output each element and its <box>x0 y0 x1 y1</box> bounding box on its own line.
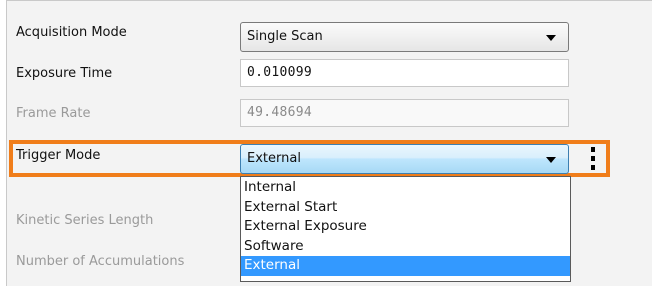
dropdown-option-software[interactable]: Software <box>241 237 570 257</box>
trigger-mode-dropdown-list: Internal External Start External Exposur… <box>240 176 571 282</box>
dropdown-option-internal[interactable]: Internal <box>241 178 570 198</box>
acquisition-mode-label: Acquisition Mode <box>16 25 127 40</box>
trigger-mode-label: Trigger Mode <box>16 148 101 163</box>
number-of-accumulations-label: Number of Accumulations <box>16 254 185 269</box>
exposure-time-label: Exposure Time <box>16 66 113 81</box>
frame-rate-field: 49.48694 <box>240 99 569 127</box>
more-options-icon[interactable] <box>588 146 598 172</box>
trigger-mode-value: External <box>247 151 301 166</box>
acquisition-mode-value: Single Scan <box>247 29 323 44</box>
dropdown-option-external-exposure[interactable]: External Exposure <box>241 217 570 237</box>
kinetic-series-length-label: Kinetic Series Length <box>16 213 154 228</box>
chevron-down-icon <box>546 35 556 41</box>
frame-rate-label: Frame Rate <box>16 106 91 121</box>
dropdown-option-external-start[interactable]: External Start <box>241 198 570 218</box>
chevron-down-icon <box>546 157 556 163</box>
trigger-mode-select[interactable]: External <box>240 144 569 174</box>
dropdown-option-external[interactable]: External <box>241 256 570 276</box>
acquisition-mode-select[interactable]: Single Scan <box>240 22 569 52</box>
exposure-time-field[interactable]: 0.010099 <box>240 59 569 87</box>
